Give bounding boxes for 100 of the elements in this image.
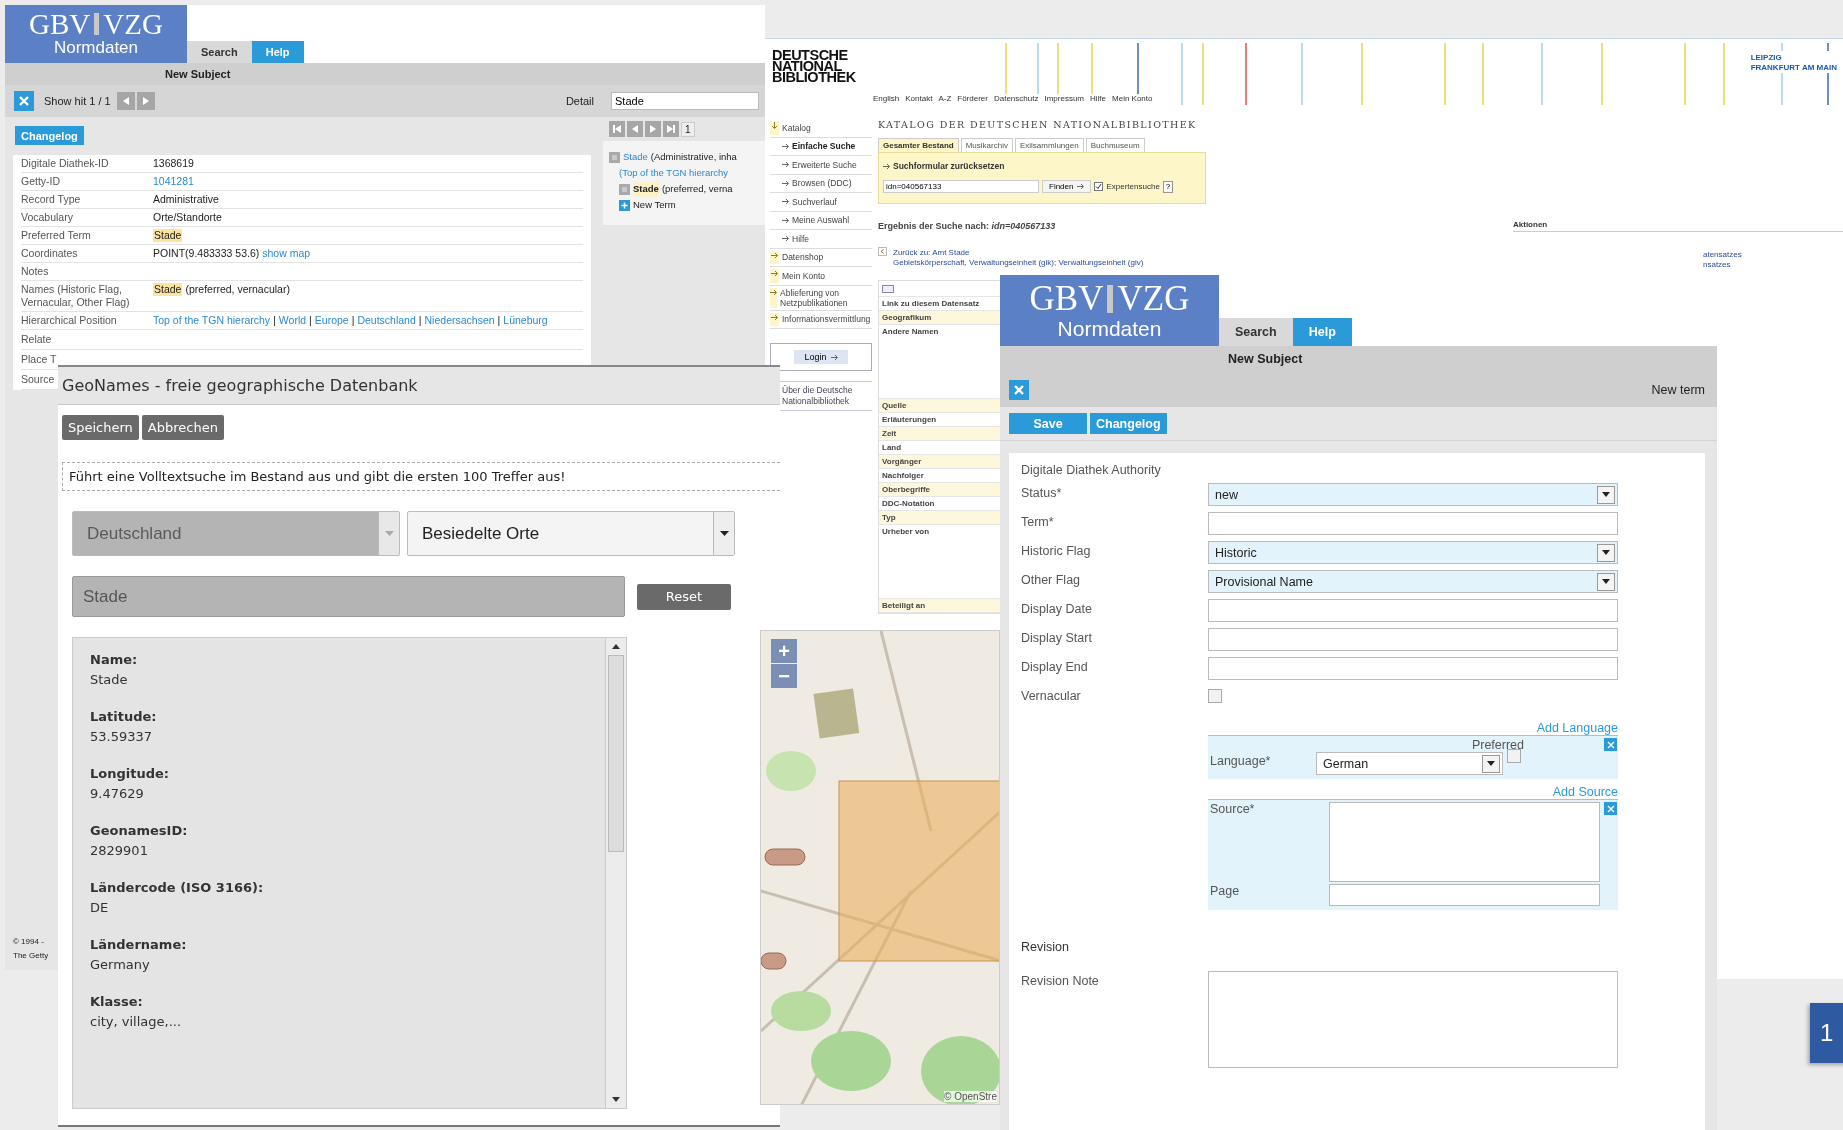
caret-icon (1602, 492, 1610, 497)
language-dropdown[interactable]: German (1316, 752, 1503, 775)
map-attribution: © OpenStre (944, 1091, 997, 1102)
sidebar-subitem[interactable]: Browsen (DDC) (770, 174, 872, 193)
tree-link[interactable]: Stade (623, 149, 648, 165)
class-select[interactable]: Besiedelte Orte (407, 511, 735, 556)
source-field[interactable] (1329, 802, 1600, 882)
text-field[interactable] (1208, 599, 1618, 622)
page-tile[interactable]: 1 (1810, 1003, 1843, 1063)
close-button[interactable] (14, 91, 34, 111)
remove-button[interactable] (1604, 802, 1617, 815)
reset-form-link[interactable]: Suchformular zurücksetzen (883, 161, 1201, 171)
detail-label: Klasse: (90, 993, 144, 1011)
toolbar-title: New term (1651, 382, 1705, 397)
close-icon (1013, 383, 1025, 396)
revision-note-field[interactable] (1208, 971, 1618, 1068)
nav-tab[interactable]: Search (187, 41, 252, 63)
top-nav-link[interactable]: Hilfe (1090, 94, 1106, 103)
close-button[interactable] (1009, 379, 1029, 400)
login-button[interactable]: Login (794, 350, 848, 364)
dropdown[interactable]: Provisional Name (1208, 570, 1618, 593)
next-page-button[interactable] (645, 121, 661, 137)
getty-id-link[interactable]: 1041281 (153, 175, 194, 188)
last-icon (667, 125, 675, 133)
last-page-button[interactable] (663, 121, 679, 137)
dropdown[interactable]: Historic (1208, 541, 1618, 564)
nav-tab[interactable]: Search (1219, 318, 1293, 346)
field-label: Notes (21, 265, 50, 278)
sidebar-item[interactable]: Mein Konto (770, 267, 872, 286)
sidebar-item[interactable]: Katalog (770, 119, 872, 138)
arrow-icon (782, 216, 789, 224)
catalog-tab[interactable]: Exilsammlungen (1014, 138, 1084, 152)
field-label: Display End (1021, 659, 1089, 674)
sidebar-subitem[interactable]: Einfache Suche (770, 137, 872, 156)
sidebar-subitem[interactable]: Erweiterte Suche (770, 156, 872, 175)
field-label: Language* (1209, 753, 1272, 768)
top-nav-link[interactable]: Kontakt (905, 94, 933, 103)
action-link[interactable]: atensatzes (1703, 250, 1742, 260)
top-nav-link[interactable]: Datenschutz (993, 94, 1039, 103)
hierarchy-link[interactable]: Top of the TGN hierarchy (153, 314, 271, 327)
previous-page-button[interactable] (627, 121, 643, 137)
catalog-tab[interactable]: Buchmuseum (1085, 138, 1145, 152)
hierarchy-link[interactable]: (Top of the TGN hierarchy (609, 165, 765, 181)
top-nav-link[interactable]: English (873, 94, 900, 103)
hierarchy-link[interactable]: Europe (314, 314, 349, 327)
sidebar-item[interactable]: Ablieferung von Netzpublikationen (770, 285, 872, 311)
detail-value: Germany (90, 956, 151, 974)
previous-button[interactable] (116, 92, 135, 110)
dialog-button[interactable]: Speichern (62, 415, 139, 440)
entry-icon (609, 151, 620, 163)
sidebar-label: Katalog (782, 122, 811, 133)
top-nav-link[interactable]: A-Z (938, 94, 952, 103)
catalog-tab[interactable]: Musikarchiv (960, 138, 1013, 152)
top-nav-link[interactable]: Förderer (957, 94, 988, 103)
remove-button[interactable] (1604, 738, 1617, 751)
text-field[interactable] (1208, 657, 1618, 680)
preferred-checkbox[interactable] (1507, 749, 1521, 763)
tree-term[interactable]: Stade (633, 181, 659, 197)
view-label: Detail (565, 95, 594, 107)
help-button[interactable]: ? (1162, 180, 1174, 193)
sidebar-subitem[interactable]: Suchverlauf (770, 193, 872, 212)
page-field[interactable] (1329, 884, 1600, 906)
text-field[interactable] (1208, 512, 1618, 535)
tree-text: (Administrative, inha (650, 150, 737, 164)
top-nav-link[interactable]: Impressum (1044, 94, 1084, 103)
top-nav-link[interactable]: Mein Konto (1112, 94, 1153, 103)
sidebar-subitem[interactable]: Meine Auswahl (770, 211, 872, 230)
show-map-link[interactable]: show map (262, 247, 311, 260)
sidebar-label: Informationsvermittlung (782, 314, 871, 325)
down-arrow-icon[interactable] (612, 1097, 620, 1102)
section-title: Revision (1021, 940, 1070, 954)
next-button[interactable] (136, 92, 155, 110)
text-field[interactable] (1208, 628, 1618, 651)
dialog-button[interactable]: Abbrechen (141, 415, 224, 440)
reset-button[interactable]: Reset (637, 583, 731, 610)
find-button[interactable]: Finden (1042, 180, 1092, 193)
back-link[interactable]: Zurück zu: Amt Stade (893, 248, 970, 257)
actions-heading: Aktionen (1513, 220, 1843, 232)
checkbox[interactable] (1208, 689, 1222, 703)
first-page-button[interactable] (609, 121, 625, 137)
hierarchy-link[interactable]: World (278, 314, 307, 327)
action-link[interactable]: nsatzes (1703, 260, 1731, 270)
query-field[interactable]: idn=040567133 (883, 180, 1039, 193)
arrow-icon (782, 161, 789, 169)
arrow-icon (782, 198, 789, 206)
hierarchy-link[interactable]: Lüneburg (503, 314, 548, 327)
caret-icon (1602, 550, 1610, 555)
scrollbar[interactable] (605, 638, 626, 1108)
caret-icon (719, 531, 729, 536)
dropdown[interactable]: new (1208, 483, 1618, 506)
new-term-item[interactable]: New Term (633, 197, 676, 213)
hierarchy-link[interactable]: Deutschland (357, 314, 416, 327)
catalog-tab[interactable]: Gesamter Bestand (878, 138, 959, 152)
search-field[interactable]: Stade (611, 92, 759, 110)
sidebar-subitem[interactable]: Hilfe (770, 230, 872, 249)
close-icon (1606, 804, 1615, 813)
separator: | (351, 314, 355, 327)
up-arrow-icon[interactable] (612, 644, 620, 649)
hierarchy-link[interactable]: Niedersachsen (424, 314, 495, 327)
expert-checkbox[interactable] (1094, 182, 1104, 191)
